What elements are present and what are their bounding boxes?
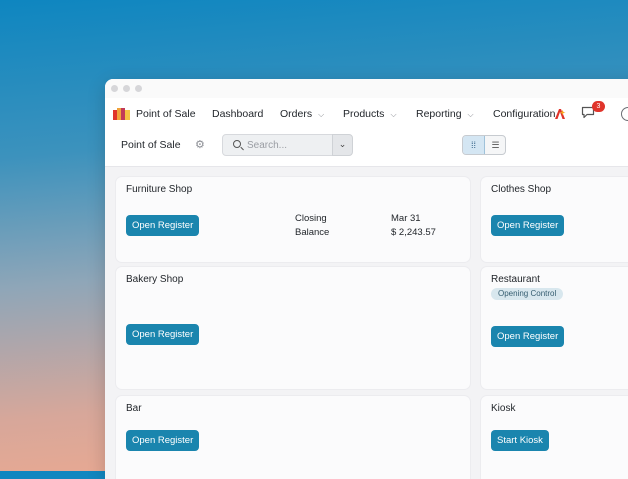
card-title: Clothes Shop bbox=[491, 184, 552, 195]
kanban-view-button[interactable]: ⁞⁞ bbox=[463, 136, 485, 154]
menu-label: Orders bbox=[280, 108, 313, 120]
open-register-button[interactable]: Open Register bbox=[126, 215, 200, 236]
closing-label-line: Closing bbox=[295, 213, 327, 224]
card-title: Kiosk bbox=[491, 403, 516, 414]
chevron-down-icon: ⌄ bbox=[338, 139, 347, 149]
menu-reporting[interactable]: Reporting ⌵ bbox=[416, 98, 474, 130]
app-name[interactable]: Point of Sale bbox=[136, 98, 196, 130]
open-register-button[interactable]: Open Register bbox=[126, 430, 200, 451]
kanban-icon: ⁞⁞ bbox=[470, 140, 476, 150]
open-register-button[interactable]: Open Register bbox=[491, 215, 565, 236]
menu-orders[interactable]: Orders ⌵ bbox=[280, 98, 324, 130]
chevron-down-icon: ⌵ bbox=[318, 110, 325, 119]
pos-app-icon[interactable] bbox=[113, 107, 130, 120]
card-title: Bakery Shop bbox=[126, 274, 184, 285]
list-view-button[interactable]: ☰ bbox=[485, 136, 505, 154]
menu-products[interactable]: Products ⌵ bbox=[343, 98, 397, 130]
status-badge: Opening Control bbox=[491, 288, 564, 300]
window-dot[interactable] bbox=[135, 85, 142, 92]
pos-card-bar[interactable]: Bar Open Register bbox=[116, 396, 470, 479]
menu-configuration[interactable]: Configuration bbox=[493, 98, 555, 130]
window-dot[interactable] bbox=[123, 85, 130, 92]
search-input[interactable] bbox=[247, 137, 327, 153]
card-title: Furniture Shop bbox=[126, 184, 193, 195]
card-title: Restaurant bbox=[491, 274, 540, 285]
closing-date: Mar 31 bbox=[391, 213, 421, 224]
window-titlebar bbox=[105, 79, 628, 98]
list-icon: ☰ bbox=[491, 140, 500, 150]
pos-card-restaurant[interactable]: Restaurant Opening Control Open Register bbox=[481, 267, 628, 389]
top-navbar: Point of Sale Dashboard Orders ⌵ Products… bbox=[105, 98, 628, 130]
chevron-down-icon: ⌵ bbox=[467, 110, 474, 119]
open-register-button[interactable]: Open Register bbox=[126, 324, 200, 345]
pos-card-kiosk[interactable]: Kiosk Start Kiosk bbox=[481, 396, 628, 479]
ai-sparkle-icon[interactable] bbox=[554, 108, 566, 120]
card-title: Bar bbox=[126, 403, 142, 414]
menu-label: Products bbox=[343, 108, 385, 120]
chevron-down-icon: ⌵ bbox=[390, 110, 397, 119]
pos-card-bakery-shop[interactable]: Bakery Shop Open Register bbox=[116, 267, 470, 389]
closing-label: Closing Balance bbox=[295, 212, 329, 240]
page-title: Point of Sale bbox=[121, 139, 181, 151]
search-options-toggle[interactable]: ⌄ bbox=[332, 134, 353, 156]
pos-card-clothes-shop[interactable]: Clothes Shop Open Register bbox=[481, 177, 628, 262]
window-dot[interactable] bbox=[111, 85, 118, 92]
closing-balance: $ 2,243.57 bbox=[391, 227, 436, 238]
menu-label: Reporting bbox=[416, 108, 462, 120]
app-window: Point of Sale Dashboard Orders ⌵ Products… bbox=[105, 79, 628, 479]
clock-icon[interactable] bbox=[621, 107, 628, 121]
closing-label-line: Balance bbox=[295, 227, 330, 238]
messages-badge: 3 bbox=[592, 101, 605, 112]
control-panel: Point of Sale ⚙ ⌄ ⁞⁞ ☰ bbox=[105, 130, 628, 167]
gear-icon[interactable]: ⚙ bbox=[195, 139, 205, 151]
view-switcher: ⁞⁞ ☰ bbox=[462, 135, 506, 155]
start-kiosk-button[interactable]: Start Kiosk bbox=[491, 430, 549, 451]
pos-card-furniture-shop[interactable]: Furniture Shop Open Register Closing Bala… bbox=[116, 177, 470, 262]
menu-label: Configuration bbox=[493, 108, 555, 120]
open-register-button[interactable]: Open Register bbox=[491, 326, 565, 347]
search-icon bbox=[233, 140, 241, 148]
menu-label: Dashboard bbox=[212, 108, 264, 120]
menu-dashboard[interactable]: Dashboard bbox=[212, 98, 263, 130]
